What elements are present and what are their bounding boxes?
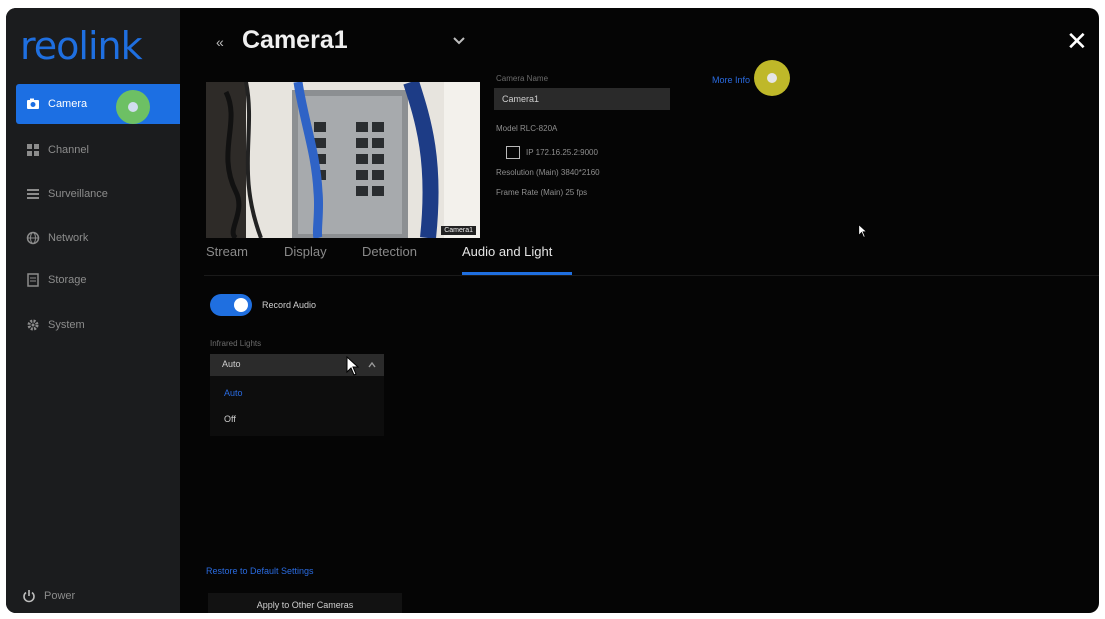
select-value: Auto: [222, 359, 241, 369]
restore-defaults-link[interactable]: Restore to Default Settings: [206, 566, 314, 576]
frame-rate-text: Frame Rate (Main) 25 fps: [496, 188, 588, 197]
sidebar-item-label: Network: [48, 232, 89, 244]
surveillance-icon: [26, 187, 40, 201]
more-info-link[interactable]: More Info: [712, 75, 750, 85]
sidebar-item-label: Surveillance: [48, 188, 108, 200]
click-indicator: [116, 90, 150, 124]
infrared-lights-label: Infrared Lights: [210, 339, 262, 348]
storage-icon: [26, 273, 40, 287]
click-indicator: [754, 60, 790, 96]
sidebar: reolink Camera Channel Surveillance Netw…: [6, 8, 180, 613]
tab-divider: [204, 275, 1099, 276]
back-icon[interactable]: «: [216, 34, 224, 50]
sidebar-item-label: Storage: [48, 274, 87, 286]
power-icon: [22, 589, 36, 603]
channel-icon: [26, 143, 40, 157]
record-audio-label: Record Audio: [262, 300, 317, 310]
sidebar-item-channel[interactable]: Channel: [16, 130, 180, 170]
chevron-up-icon: [368, 362, 376, 368]
record-audio-toggle[interactable]: [210, 294, 252, 316]
tab-stream[interactable]: Stream: [206, 244, 248, 259]
reolink-logo: reolink: [20, 24, 143, 68]
ip-icon: [506, 146, 520, 159]
sidebar-item-label: Channel: [48, 144, 89, 156]
camera-icon: [26, 97, 40, 111]
chevron-down-icon[interactable]: [452, 36, 466, 46]
sidebar-item-label: System: [48, 319, 85, 331]
preview-badge: Camera1: [441, 226, 476, 235]
ip-text: IP 172.16.25.2:9000: [526, 148, 598, 157]
camera-name-label: Camera Name: [496, 74, 549, 83]
sidebar-item-system[interactable]: System: [16, 305, 180, 345]
mouse-cursor-icon: [346, 356, 360, 376]
option-auto[interactable]: Auto: [224, 388, 243, 398]
model-text: Model RLC-820A: [496, 124, 558, 133]
power-button[interactable]: Power: [12, 576, 176, 613]
network-icon: [26, 231, 40, 245]
resolution-text: Resolution (Main) 3840*2160: [496, 168, 600, 177]
camera-preview: Camera1: [206, 82, 480, 238]
sidebar-item-network[interactable]: Network: [16, 218, 180, 258]
settings-window: reolink Camera Channel Surveillance Netw…: [6, 8, 1099, 613]
gear-icon: [26, 318, 40, 332]
camera-name-input[interactable]: [494, 88, 670, 110]
sidebar-item-storage[interactable]: Storage: [16, 260, 180, 300]
camera-feed-image: [206, 82, 480, 238]
sidebar-item-surveillance[interactable]: Surveillance: [16, 174, 180, 214]
tab-detection[interactable]: Detection: [362, 244, 417, 259]
mouse-cursor-icon: [858, 224, 868, 238]
tab-audio-and-light[interactable]: Audio and Light: [462, 244, 552, 259]
sidebar-item-label: Camera: [48, 98, 88, 110]
option-off[interactable]: Off: [224, 414, 236, 424]
power-label: Power: [44, 590, 76, 602]
close-icon[interactable]: ✕: [1066, 28, 1088, 54]
infrared-lights-dropdown: Auto Off: [210, 376, 384, 436]
sidebar-item-camera[interactable]: Camera: [16, 84, 180, 124]
camera-select-title[interactable]: Camera1: [242, 26, 348, 55]
apply-to-other-cameras-button[interactable]: Apply to Other Cameras: [208, 593, 402, 613]
tab-display[interactable]: Display: [284, 244, 327, 259]
